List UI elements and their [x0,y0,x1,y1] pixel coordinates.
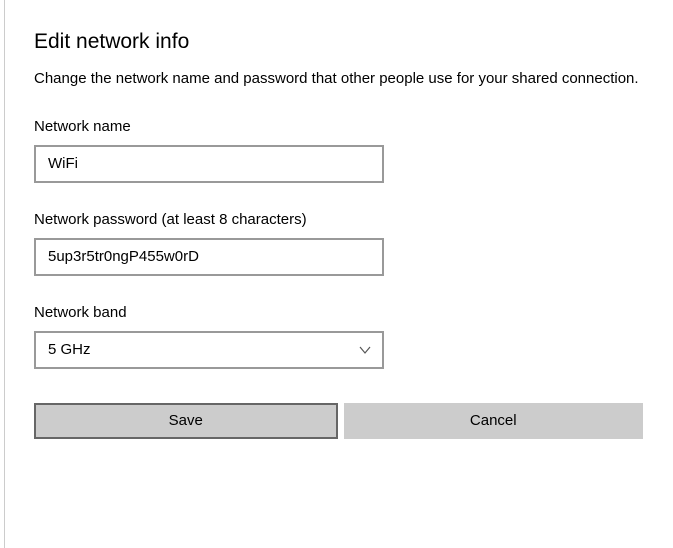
network-band-value: 5 GHz [48,341,91,358]
network-name-group: Network name [34,118,643,183]
network-name-label: Network name [34,118,643,135]
network-password-input[interactable] [34,238,384,276]
save-button[interactable]: Save [34,403,338,439]
network-band-label: Network band [34,304,643,321]
cancel-button[interactable]: Cancel [344,403,644,439]
dialog-title: Edit network info [34,30,643,54]
dialog-description: Change the network name and password tha… [34,68,643,90]
button-row: Save Cancel [34,403,643,439]
network-password-group: Network password (at least 8 characters) [34,211,643,276]
network-band-select[interactable]: 5 GHz [34,331,384,369]
network-password-label: Network password (at least 8 characters) [34,211,643,228]
network-band-group: Network band 5 GHz [34,304,643,369]
network-band-select-wrapper: 5 GHz [34,331,384,369]
network-name-input[interactable] [34,145,384,183]
